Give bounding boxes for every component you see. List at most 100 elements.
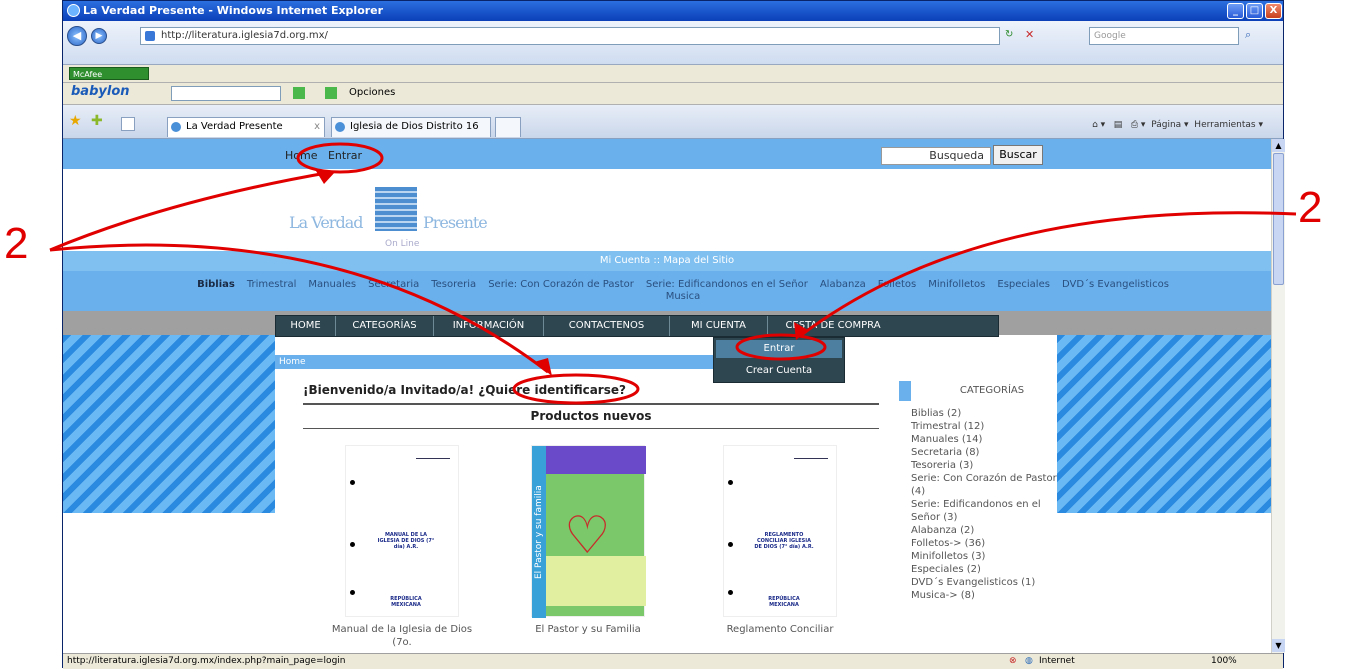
site-logo: La Verdad Presente On Line [289,179,489,249]
category-link[interactable]: DVD´s Evangelisticos (1) [911,576,1057,589]
new-tab-button[interactable] [495,117,521,137]
home-icon[interactable]: ⌂ ▾ [1092,120,1105,130]
feeds-icon[interactable]: ▤ [1114,120,1123,130]
category-link[interactable]: Alabanza (2) [911,524,1057,537]
tab-la-verdad-presente[interactable]: La Verdad Presente x [167,117,325,137]
mcafee-button[interactable]: McAfee SiteAdvisor [69,67,149,92]
vertical-scrollbar[interactable]: ▲ ▼ [1271,139,1285,653]
refresh-icon[interactable]: ↻ [1005,29,1013,40]
product-image[interactable]: REGLAMENTO CONCILIAR IGLESIA DE DIOS (7°… [723,445,837,617]
category-link[interactable]: Serie: Con Corazón de Pastor (4) [911,472,1057,498]
category-link[interactable]: Manuales (14) [911,433,1057,446]
add-favorites-icon[interactable]: ✚ [91,113,103,129]
category-link[interactable]: Tesoreria (3) [911,459,1057,472]
address-toolbar: ◀ ▶ http://literatura.iglesia7d.org.mx/ … [63,21,1283,65]
tab-iglesia-de-dios[interactable]: Iglesia de Dios Distrito 16 [331,117,491,137]
category-link[interactable]: Biblias (2) [911,407,1057,420]
category-nav-item[interactable]: Especiales [997,279,1050,290]
main-nav: HOME CATEGORÍAS INFORMACIÓN CONTACTENOS … [275,315,999,337]
category-nav-item[interactable]: DVD´s Evangelisticos [1062,279,1169,290]
close-tab-icon[interactable]: x [314,118,320,136]
minimize-button[interactable]: _ [1227,3,1244,19]
tab-page-icon [171,122,181,132]
page-icon [145,31,155,41]
entrar-link[interactable]: Entrar [328,149,362,162]
categories-title: CATEGORÍAS [959,385,1025,396]
heart-icon: ♡ [564,506,611,566]
category-nav-item[interactable]: Secretaria [368,279,419,290]
categories-list: Biblias (2) Trimestral (12) Manuales (14) S… [911,407,1057,602]
browser-window: La Verdad Presente - Windows Internet Ex… [62,0,1285,669]
translate-icon[interactable] [293,87,305,99]
product-caption[interactable]: El Pastor y su Familia [511,623,665,636]
product-card[interactable]: REGLAMENTO CONCILIAR IGLESIA DE DIOS (7°… [723,445,837,635]
account-band[interactable]: Mi Cuenta :: Mapa del Sitio [63,251,1271,271]
quick-tabs-icon[interactable] [121,117,135,131]
globe-icon: ◍ [1025,656,1033,666]
site-search-button[interactable]: Buscar [993,145,1043,165]
product-caption[interactable]: Manual de la Iglesia de Dios (7o. [325,623,479,649]
divider [303,428,879,429]
scroll-thumb[interactable] [1273,153,1284,285]
category-nav-item[interactable]: Trimestral [247,279,297,290]
dictionary-icon[interactable] [325,87,337,99]
product-card[interactable]: El Pastor y su familia ♡ El Pastor y su … [531,445,646,635]
product-card[interactable]: MANUAL DE LA IGLESIA DE DIOS (7° día) A.… [332,445,472,648]
window-title: La Verdad Presente - Windows Internet Ex… [83,4,384,17]
favorites-star-icon[interactable]: ★ [69,113,82,129]
submenu-entrar[interactable]: Entrar [716,340,842,358]
category-link[interactable]: Especiales (2) [911,563,1057,576]
nav-contactenos[interactable]: CONTACTENOS [544,316,670,336]
ie-icon [67,4,80,17]
nav-mi-cuenta[interactable]: MI CUENTA [670,316,768,336]
home-link[interactable]: Home [285,149,317,162]
pagina-menu[interactable]: Página [1151,120,1181,130]
product-image[interactable]: El Pastor y su familia ♡ [531,445,646,618]
category-nav-item[interactable]: Tesoreria [431,279,476,290]
category-nav-item[interactable]: Folletos [878,279,916,290]
submenu-crear-cuenta[interactable]: Crear Cuenta [714,360,844,382]
welcome-heading[interactable]: ¡Bienvenido/a Invitado/a! ¿Quiere identi… [303,383,626,397]
maximize-button[interactable]: □ [1246,3,1263,19]
nav-informacion[interactable]: INFORMACIÓN [434,316,544,336]
category-nav-item[interactable]: Musica [666,291,701,302]
babylon-toolbar: babylon Opciones [63,83,1283,105]
nav-home[interactable]: HOME [276,316,336,336]
category-nav-item[interactable]: Alabanza [820,279,866,290]
category-link[interactable]: Trimestral (12) [911,420,1057,433]
scroll-up-icon[interactable]: ▲ [1272,139,1285,152]
category-nav-item[interactable]: Biblias [197,279,235,290]
status-url: http://literatura.iglesia7d.org.mx/index… [67,656,346,666]
search-input[interactable]: Google [1089,27,1239,45]
category-nav-item[interactable]: Serie: Con Corazón de Pastor [488,279,634,290]
title-bar: La Verdad Presente - Windows Internet Ex… [63,1,1283,21]
scroll-down-icon[interactable]: ▼ [1272,639,1285,652]
address-input[interactable]: http://literatura.iglesia7d.org.mx/ [140,27,1000,45]
category-link[interactable]: Secretaria (8) [911,446,1057,459]
category-nav-item[interactable]: Serie: Edificandonos en el Señor [646,279,808,290]
nav-categorias[interactable]: CATEGORÍAS [336,316,434,336]
categories-box: CATEGORÍAS Biblias (2) Trimestral (12) Man… [897,379,1057,649]
herramientas-menu[interactable]: Herramientas [1194,120,1255,130]
search-icon[interactable]: ⌕ [1245,28,1251,42]
category-nav-item[interactable]: Minifolletos [928,279,985,290]
category-link[interactable]: Serie: Edificandonos en el Señor (3) [911,498,1057,524]
category-nav-item[interactable]: Manuales [308,279,356,290]
site-search-input[interactable]: Busqueda [881,147,991,165]
zoom-level[interactable]: 100% [1211,654,1237,669]
stop-icon[interactable]: ✕ [1025,28,1034,41]
babylon-select[interactable] [171,86,281,101]
category-link[interactable]: Musica-> (8) [911,589,1057,602]
print-icon[interactable]: ⎙ ▾ [1131,120,1146,130]
nav-cesta-de-compra[interactable]: CESTA DE COMPRA [768,316,898,336]
category-link[interactable]: Folletos-> (36) [911,537,1057,550]
category-link[interactable]: Minifolletos (3) [911,550,1057,563]
product-image[interactable]: MANUAL DE LA IGLESIA DE DIOS (7° día) A.… [345,445,459,617]
back-icon[interactable]: ◀ [67,26,87,46]
top-links: Home Entrar [285,149,362,162]
product-caption[interactable]: Reglamento Conciliar [703,623,857,636]
forward-icon[interactable]: ▶ [91,28,107,44]
opciones-button[interactable]: Opciones [349,87,395,98]
blocked-icon[interactable]: ⊗ [1009,654,1017,669]
close-button[interactable]: X [1265,3,1282,19]
